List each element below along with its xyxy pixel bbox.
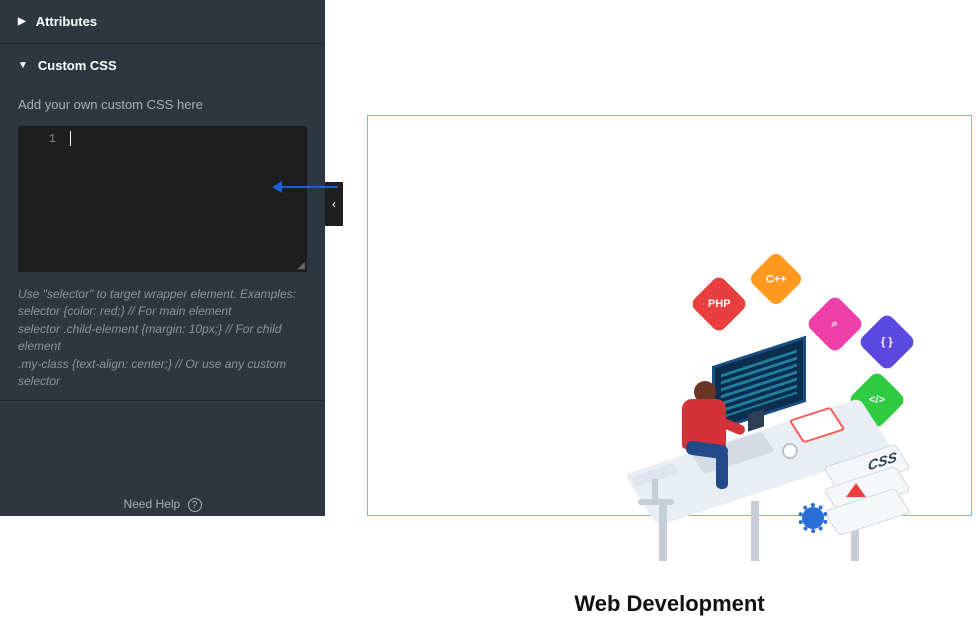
php-tag-icon: PHP <box>689 274 748 333</box>
braces-tag-icon: { } <box>857 312 916 371</box>
chair-shape <box>634 469 680 517</box>
search-tag-icon: ⌕ <box>805 294 864 353</box>
need-help-label: Need Help <box>123 497 180 511</box>
cpp-tag-icon: C++ <box>748 251 805 308</box>
triangle-icon <box>846 483 866 497</box>
question-icon: ? <box>188 498 202 512</box>
gear-icon <box>802 507 824 529</box>
custom-css-label: Custom CSS <box>38 58 117 73</box>
css-help-text: Use "selector" to target wrapper element… <box>18 286 307 390</box>
need-help-link[interactable]: Need Help ? <box>0 489 325 517</box>
attributes-label: Attributes <box>36 14 97 29</box>
mug-shape <box>782 443 798 459</box>
chevron-left-icon: ‹ <box>332 197 336 211</box>
caret-down-icon: ▼ <box>18 60 28 71</box>
selected-widget-frame[interactable]: PHP C++ ⌕ { } </> CSS <box>367 115 972 516</box>
custom-css-panel: Add your own custom CSS here 1 ◢ Use "se… <box>0 87 325 400</box>
editor-gutter: 1 <box>18 126 66 272</box>
sidebar-collapse-button[interactable]: ‹ <box>325 182 343 226</box>
preview-canvas: PHP C++ ⌕ { } </> CSS <box>325 0 980 516</box>
annotation-arrow <box>280 186 338 188</box>
widget-title: Web Development <box>368 591 971 617</box>
settings-sidebar: ▶ Attributes ▼ Custom CSS Add your own c… <box>0 0 325 516</box>
css-description: Add your own custom CSS here <box>18 97 307 112</box>
web-dev-illustration: PHP C++ ⌕ { } </> CSS <box>586 261 931 571</box>
custom-css-section: ▼ Custom CSS Add your own custom CSS her… <box>0 44 325 401</box>
attributes-header[interactable]: ▶ Attributes <box>0 0 325 43</box>
attributes-section[interactable]: ▶ Attributes <box>0 0 325 44</box>
line-number: 1 <box>49 132 56 146</box>
editor-cursor <box>70 131 71 146</box>
caret-right-icon: ▶ <box>18 16 26 27</box>
editor-textarea[interactable] <box>66 126 307 272</box>
css-code-editor[interactable]: 1 ◢ <box>18 126 307 272</box>
custom-css-header[interactable]: ▼ Custom CSS <box>0 44 325 87</box>
